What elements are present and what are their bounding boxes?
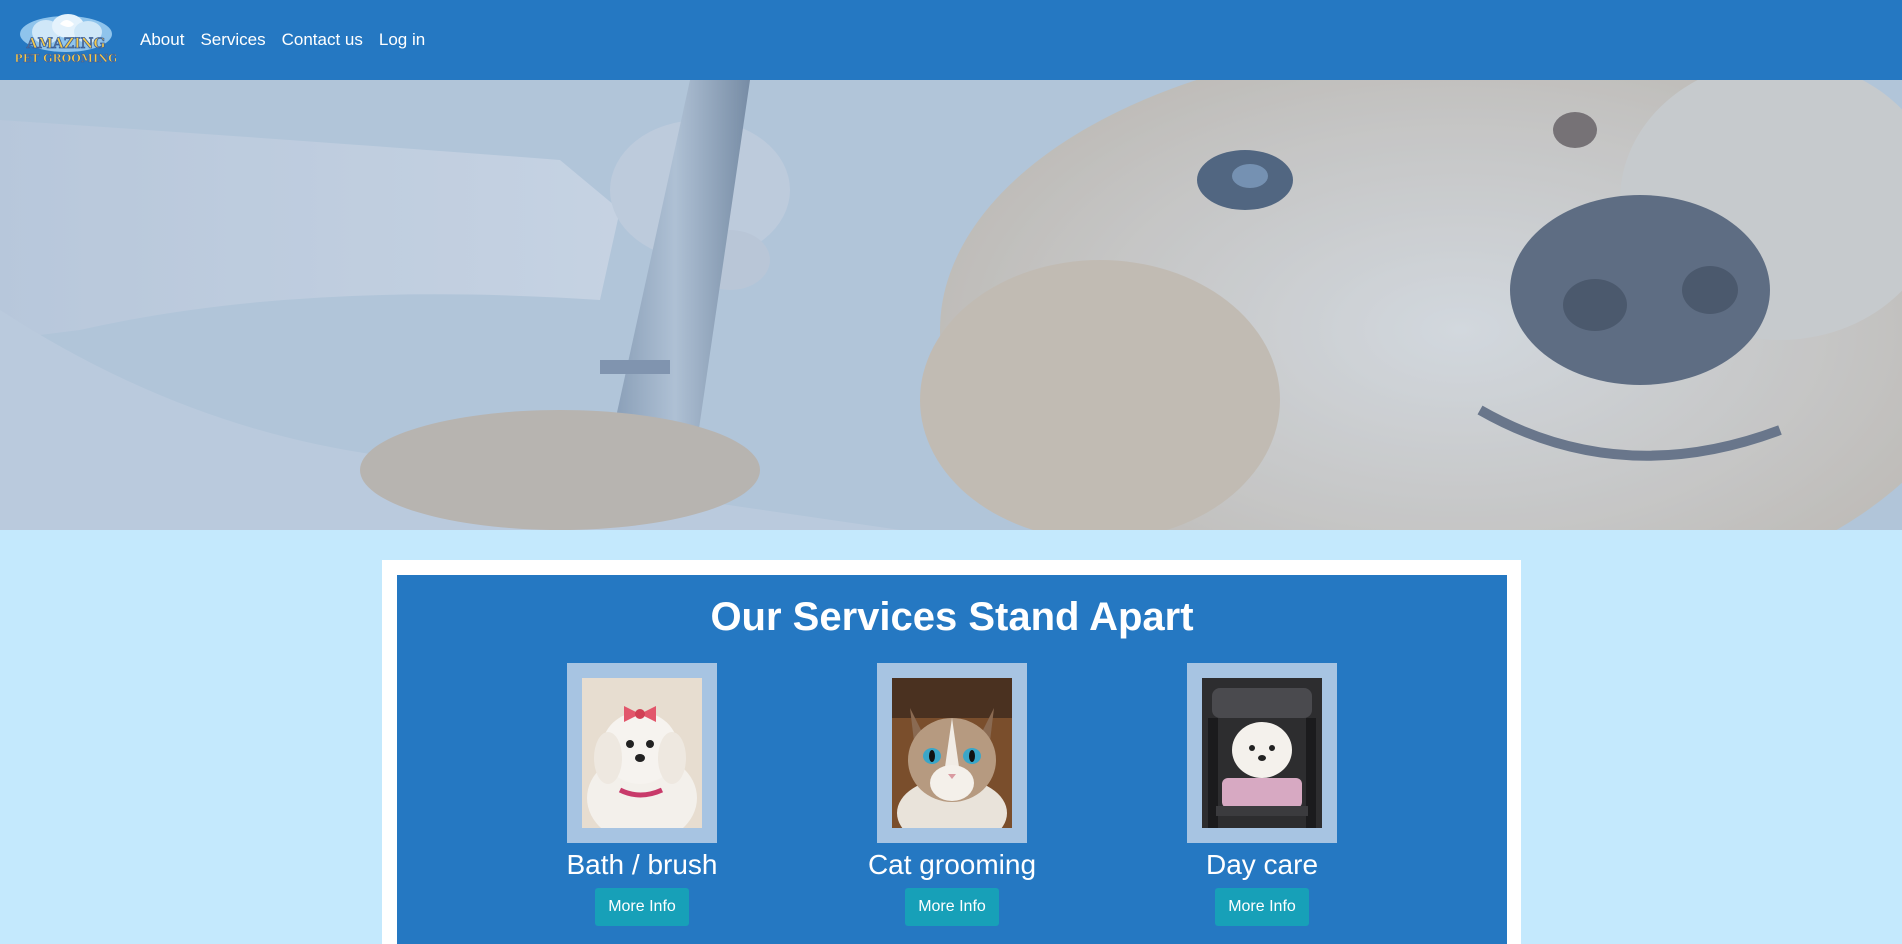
site-logo[interactable]: AMAZING PET GROOMING xyxy=(16,12,116,68)
nav-login-link[interactable]: Log in xyxy=(379,30,425,50)
tabby-cat-photo xyxy=(892,678,1012,828)
services-section: Our Services Stand Apart Bath / brush Mo… xyxy=(397,575,1507,944)
svg-text:PET GROOMING: PET GROOMING xyxy=(16,52,116,65)
main-nav: About Services Contact us Log in xyxy=(140,0,425,80)
service-name: Bath / brush xyxy=(566,849,718,880)
nav-services-link[interactable]: Services xyxy=(200,30,265,50)
service-name: Day care xyxy=(1205,849,1319,880)
more-info-button[interactable]: More Info xyxy=(1215,888,1309,926)
services-title: Our Services Stand Apart xyxy=(710,595,1194,639)
service-day-care: Day care More Info xyxy=(1162,663,1362,926)
more-info-button[interactable]: More Info xyxy=(905,888,999,926)
hero-image-dog-bath xyxy=(0,80,1902,530)
svg-text:AMAZING: AMAZING xyxy=(26,36,106,52)
white-dog-photo xyxy=(582,678,702,828)
nav-about-link[interactable]: About xyxy=(140,30,184,50)
service-cat-grooming: Cat grooming More Info xyxy=(852,663,1052,926)
photo-frame xyxy=(567,663,717,843)
service-bath-brush: Bath / brush More Info xyxy=(542,663,742,926)
service-name: Cat grooming xyxy=(867,849,1037,880)
photo-frame xyxy=(1187,663,1337,843)
nav-contact-link[interactable]: Contact us xyxy=(282,30,363,50)
dog-in-stroller-photo xyxy=(1202,678,1322,828)
more-info-button[interactable]: More Info xyxy=(595,888,689,926)
photo-frame xyxy=(877,663,1027,843)
header-navbar: AMAZING PET GROOMING About Services Cont… xyxy=(0,0,1902,80)
